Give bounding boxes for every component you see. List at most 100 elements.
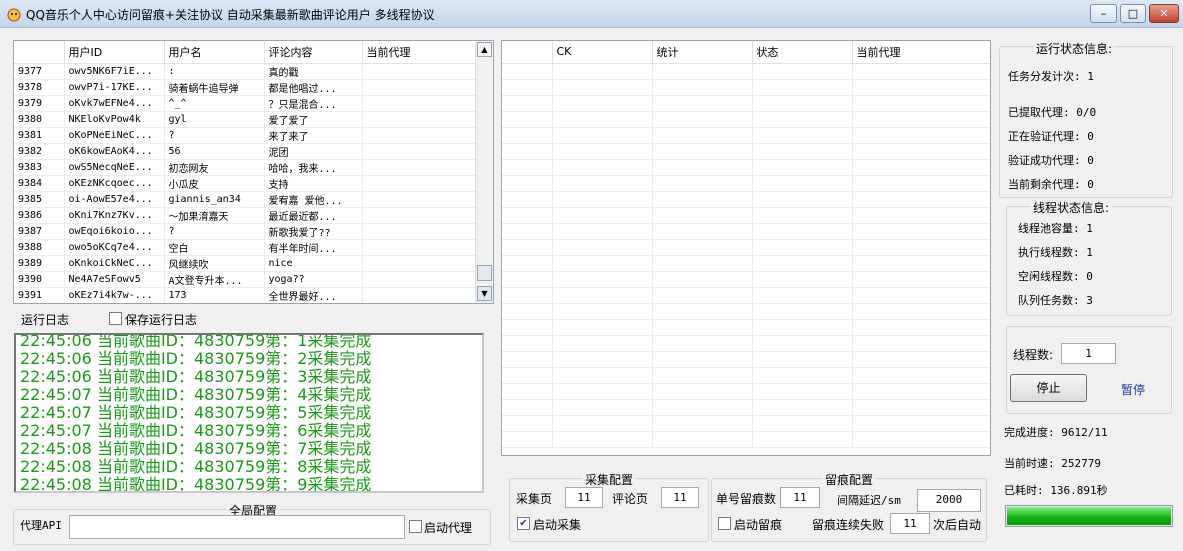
enable-trace-checkbox[interactable] <box>718 517 731 530</box>
empty-cell <box>852 127 990 144</box>
log-line: 22:45:07 当前歌曲ID：4830759第：4采集完成 <box>20 385 372 404</box>
close-button[interactable]: ✕ <box>1149 4 1179 23</box>
ck-grid-header-0[interactable] <box>502 41 553 64</box>
empty-cell <box>552 175 653 192</box>
empty-cell <box>652 143 753 160</box>
table-row[interactable]: 9381 oKoPNeEiNeC...? 来了来了 <box>14 127 477 144</box>
table-cell <box>362 223 477 240</box>
empty-cell <box>552 319 653 336</box>
empty-cell <box>652 287 753 304</box>
user-grid-header-3[interactable]: 评论内容 <box>264 41 363 64</box>
empty-cell <box>752 367 853 384</box>
table-cell <box>362 143 477 160</box>
user-grid-header-2[interactable]: 用户名 <box>164 41 265 64</box>
empty-row <box>502 367 990 384</box>
empty-cell <box>852 191 990 208</box>
empty-cell <box>852 431 990 448</box>
empty-cell <box>652 79 753 96</box>
table-cell: 9385 <box>14 191 65 208</box>
table-row[interactable]: 9380 NKEloKvPow4k gyl 爱了爱了 <box>14 111 477 128</box>
comment-pages-input[interactable]: 11 <box>661 487 699 508</box>
enable-collect-checkbox[interactable]: ✔ <box>517 517 530 530</box>
table-cell <box>362 207 477 224</box>
empty-cell <box>652 255 753 272</box>
maximize-button[interactable]: □ <box>1120 4 1146 23</box>
scroll-down-button[interactable]: ▼ <box>477 286 492 301</box>
proxy-api-label: 代理API <box>20 519 62 532</box>
verified-proxy: 验证成功代理: 0 <box>1008 154 1094 167</box>
table-cell: NKEloKvPow4k <box>64 111 165 128</box>
ck-grid-header-4[interactable]: 当前代理 <box>852 41 990 64</box>
table-cell: ～加果淯嘉天 <box>164 207 265 224</box>
empty-cell <box>852 143 990 160</box>
table-row[interactable]: 9379 oKvk7wEFNe4... ^_^ ？只是混合... <box>14 95 477 112</box>
empty-cell <box>652 335 753 352</box>
empty-row <box>502 383 990 400</box>
table-row[interactable]: 9388 owo5oKCq7e4... 空白 有半年时间... <box>14 239 477 256</box>
ck-grid[interactable]: CK 统计 状态 当前代理 <box>501 40 991 456</box>
thread-count-input[interactable]: 1 <box>1061 343 1116 364</box>
table-cell: oK6kowEAoK4... <box>64 143 165 160</box>
table-row[interactable]: 9377 owv5NK6F7iE...: 真的戳 <box>14 63 477 80</box>
per-account-label: 单号留痕数 <box>716 492 777 506</box>
empty-cell <box>502 239 553 256</box>
user-grid-header-0[interactable] <box>14 41 65 64</box>
empty-cell <box>852 63 990 80</box>
user-grid[interactable]: 用户ID 用户名 评论内容 当前代理 9377 owv5NK6F7iE...: 真的戳 93… <box>13 40 494 304</box>
table-cell <box>362 79 477 96</box>
empty-cell <box>752 271 853 288</box>
proxy-api-input[interactable] <box>69 515 405 539</box>
user-grid-header-4[interactable]: 当前代理 <box>362 41 477 64</box>
empty-row <box>502 415 990 432</box>
table-cell: owEqoi6koio... <box>64 223 165 240</box>
empty-cell <box>652 415 753 432</box>
empty-cell <box>552 255 653 272</box>
table-cell: oi-AowE57e4... <box>64 191 165 208</box>
user-grid-scrollbar[interactable]: ▲ ▼ <box>475 41 493 303</box>
table-row[interactable]: 9386 oKni7Knz7Kv... ～加果淯嘉天 最近最近都... <box>14 207 477 224</box>
empty-cell <box>502 191 553 208</box>
pause-button[interactable]: 暂停 <box>1121 381 1145 398</box>
scroll-thumb[interactable] <box>477 265 492 281</box>
empty-cell <box>852 383 990 400</box>
enable-proxy-checkbox[interactable] <box>409 520 422 533</box>
log-output[interactable]: 22:45:06 当前歌曲ID：4830759第：1采集完成 22:45:06 当… <box>14 333 484 493</box>
scroll-up-button[interactable]: ▲ <box>477 42 492 57</box>
ck-grid-header-1[interactable]: CK <box>552 41 653 64</box>
table-cell: ^_^ <box>164 95 265 112</box>
fail-limit-input[interactable]: 11 <box>890 513 930 534</box>
empty-cell <box>502 223 553 240</box>
empty-row <box>502 191 990 208</box>
table-row[interactable]: 9382 oK6kowEAoK4... 56 泥团 <box>14 143 477 160</box>
per-account-input[interactable]: 11 <box>780 487 820 508</box>
user-grid-header-1[interactable]: 用户ID <box>64 41 165 64</box>
table-cell: oKoPNeEiNeC... <box>64 127 165 144</box>
empty-cell <box>852 287 990 304</box>
table-row[interactable]: 9387 owEqoi6koio...? 新歌我爱了?? <box>14 223 477 240</box>
pages-input[interactable]: 11 <box>565 487 603 508</box>
table-row[interactable]: 9385 oi-AowE57e4... giannis_an34 爱宥嘉 爱他... <box>14 191 477 208</box>
ck-grid-header-2[interactable]: 统计 <box>652 41 753 64</box>
empty-cell <box>652 239 753 256</box>
table-row[interactable]: 9389 oKnkoiCkNeC... 风继续吹 nice <box>14 255 477 272</box>
log-tab-label[interactable]: 运行日志 <box>21 311 69 328</box>
table-cell: oKEzNKcqoec... <box>64 175 165 192</box>
empty-cell <box>752 399 853 416</box>
table-row[interactable]: 9384 oKEzNKcqoec... 小瓜皮 支持 <box>14 175 477 192</box>
table-cell <box>362 111 477 128</box>
table-row[interactable]: 9391 oKEz7i4k7w-... 173 全世界最好... <box>14 287 477 303</box>
empty-cell <box>502 175 553 192</box>
progress-fill <box>1007 507 1171 525</box>
save-log-checkbox[interactable] <box>109 312 122 325</box>
stop-button[interactable]: 停止 <box>1010 374 1087 402</box>
table-row[interactable]: 9383 owS5NecqNeE... 初恋网友 哈哈，我来... <box>14 159 477 176</box>
table-row[interactable]: 9390 Ne4A7eSFowv5 A文登专升本... yoga?? <box>14 271 477 288</box>
minimize-button[interactable]: – <box>1090 4 1117 23</box>
ck-grid-header-3[interactable]: 状态 <box>752 41 853 64</box>
table-cell: 9390 <box>14 271 65 288</box>
table-cell: 来了来了 <box>264 127 363 144</box>
table-cell <box>362 287 477 303</box>
interval-input[interactable]: 2000 <box>917 489 981 512</box>
table-row[interactable]: 9378 owvP7i-17KE... 骑着蜗牛追导弹 都是他唱过... <box>14 79 477 96</box>
empty-cell <box>552 415 653 432</box>
